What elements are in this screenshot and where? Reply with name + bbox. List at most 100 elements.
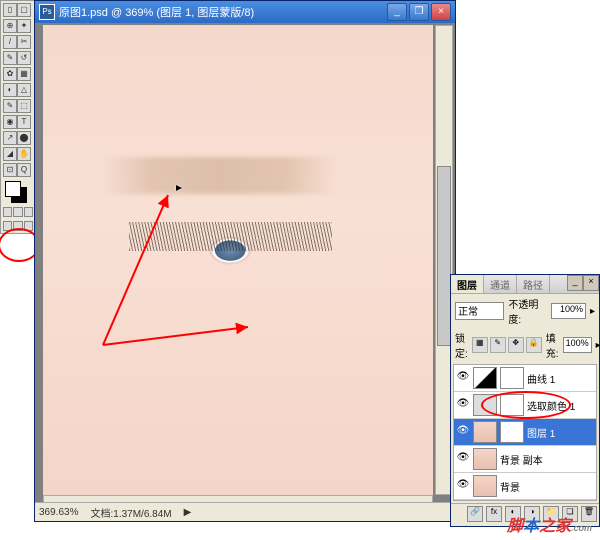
panel-close-button[interactable]: × [583,275,599,291]
tool-crop[interactable]: / [3,35,17,49]
tool-wand[interactable]: ✦ [17,19,31,33]
window-buttons: _ ❐ × [387,3,451,21]
eyebrow-region [102,157,336,195]
status-bar: 369.63% 文档:1.37M/6.84M ▶ [35,502,455,521]
document-window: Ps 原图1.psd @ 369% (图层 1, 图层蒙版/8) _ ❐ × 3… [34,0,456,522]
cursor-icon [176,185,182,191]
tool-blur[interactable]: ✎ [3,99,17,113]
layer-name[interactable]: 选取颜色 1 [527,398,594,413]
toolbox-mode-buttons [3,207,33,217]
color-swatches [3,181,33,203]
panel-minimize-button[interactable]: _ [567,275,583,291]
opacity-arrow-icon[interactable]: ▸ [590,306,595,317]
lock-pixels-icon[interactable]: ✎ [490,337,506,353]
lock-all-icon[interactable]: 🔒 [526,337,542,353]
file-size: 文档:1.37M/6.84M [90,505,171,520]
tab-layers[interactable]: 图层 [451,275,484,293]
visibility-eye-icon[interactable]: 👁 [456,479,470,493]
lock-fill-row: 锁定: ▦ ✎ ✥ 🔒 填充: 100% ▸ [451,328,599,362]
layer-thumbnail[interactable] [473,448,497,470]
tool-brush[interactable]: ↺ [17,51,31,65]
layer-thumbnail[interactable] [473,394,497,416]
layer-thumbnail[interactable] [473,421,497,443]
canvas[interactable] [43,25,433,495]
document-title: 原图1.psd @ 369% (图层 1, 图层蒙版/8) [59,4,254,20]
fill-field[interactable]: 100% [563,337,592,353]
zoom-level: 369.63% [39,507,78,518]
watermark-suffix: .com [571,523,592,533]
tool-zoom[interactable]: Q [17,163,31,177]
tool-dodge[interactable]: ⬚ [17,99,31,113]
tool-type[interactable]: T [17,115,31,129]
layer-thumbnail[interactable] [473,367,497,389]
tool-shape[interactable]: ⬤ [17,131,31,145]
lock-label: 锁定: [455,330,468,360]
tool-stamp[interactable]: ✿ [3,67,17,81]
maximize-button[interactable]: ❐ [409,3,429,21]
scrollbar-thumb[interactable] [437,166,451,346]
lock-icons: ▦ ✎ ✥ 🔒 [472,337,542,353]
lock-position-icon[interactable]: ✥ [508,337,524,353]
layers-panel: 图层 通道 路径 _ × 正常 不透明度: 100% ▸ 锁定: ▦ ✎ ✥ 🔒… [450,274,600,527]
screen-mode-button[interactable] [24,207,33,217]
canvas-image [43,25,433,495]
extra-2-button[interactable] [13,221,22,231]
extra-1-button[interactable] [3,221,12,231]
tool-pen[interactable]: ◉ [3,115,17,129]
opacity-field[interactable]: 100% [551,303,586,319]
layer-row[interactable]: 👁 背景 [454,473,596,500]
layer-row[interactable]: 👁 曲线 1 [454,365,596,392]
tool-notes[interactable]: ◢ [3,147,17,161]
tool-hand[interactable]: ⊡ [3,163,17,177]
tool-eyedropper[interactable]: ✋ [17,147,31,161]
layer-style-button[interactable]: fx [486,506,502,522]
visibility-eye-icon[interactable]: 👁 [456,398,470,412]
tool-path[interactable]: ↗ [3,131,17,145]
tab-channels[interactable]: 通道 [484,275,517,293]
watermark-part: 之家 [539,518,571,535]
watermark: 脚本之家.com [507,512,592,536]
standard-mode-button[interactable] [3,207,12,217]
tool-eraser[interactable]: ◐ [3,83,17,97]
fill-label: 填充: [546,330,559,360]
lashes-region [129,222,332,250]
quickmask-mode-button[interactable] [13,207,22,217]
foreground-color-swatch[interactable] [5,181,21,197]
panel-window-buttons: _ × [567,275,599,293]
close-button[interactable]: × [431,3,451,21]
minimize-button[interactable]: _ [387,3,407,21]
tool-gradient[interactable]: △ [17,83,31,97]
layer-name[interactable]: 曲线 1 [527,371,594,386]
visibility-eye-icon[interactable]: 👁 [456,371,470,385]
extra-3-button[interactable] [24,221,33,231]
panel-tabs: 图层 通道 路径 _ × [451,275,599,294]
layer-row[interactable]: 👁 背景 副本 [454,446,596,473]
tool-marquee[interactable]: ▢ [17,3,31,17]
visibility-eye-icon[interactable]: 👁 [456,452,470,466]
toolbox: ▯ ▢ ⊕ ✦ / ✂ ✎ ↺ ✿ ▦ ◐ △ ✎ ⬚ ◉ T ↗ ⬤ ◢ ✋ … [0,0,36,234]
tool-heal[interactable]: ✎ [3,51,17,65]
tool-history-brush[interactable]: ▦ [17,67,31,81]
visibility-eye-icon[interactable]: 👁 [456,425,470,439]
layer-name[interactable]: 背景 副本 [500,452,594,467]
blend-mode-select[interactable]: 正常 [455,302,504,320]
tab-paths[interactable]: 路径 [517,275,550,293]
lock-transparency-icon[interactable]: ▦ [472,337,488,353]
layer-name[interactable]: 图层 1 [527,425,594,440]
tool-lasso[interactable]: ⊕ [3,19,17,33]
layer-row-selected[interactable]: 👁 图层 1 [454,419,596,446]
tool-grid: ▯ ▢ ⊕ ✦ / ✂ ✎ ↺ ✿ ▦ ◐ △ ✎ ⬚ ◉ T ↗ ⬤ ◢ ✋ … [3,3,33,177]
layer-name[interactable]: 背景 [500,479,594,494]
tool-slice[interactable]: ✂ [17,35,31,49]
watermark-part: 本 [523,518,539,535]
layer-mask-thumbnail[interactable] [500,367,524,389]
fill-arrow-icon[interactable]: ▸ [596,340,600,351]
layer-mask-thumbnail[interactable] [500,394,524,416]
link-layers-button[interactable]: 🔗 [467,506,483,522]
status-arrow-icon[interactable]: ▶ [184,507,192,518]
layer-thumbnail[interactable] [473,475,497,497]
layer-mask-thumbnail[interactable] [500,421,524,443]
layer-row[interactable]: 👁 选取颜色 1 [454,392,596,419]
tool-move[interactable]: ▯ [3,3,17,17]
title: Ps 原图1.psd @ 369% (图层 1, 图层蒙版/8) [39,4,387,20]
